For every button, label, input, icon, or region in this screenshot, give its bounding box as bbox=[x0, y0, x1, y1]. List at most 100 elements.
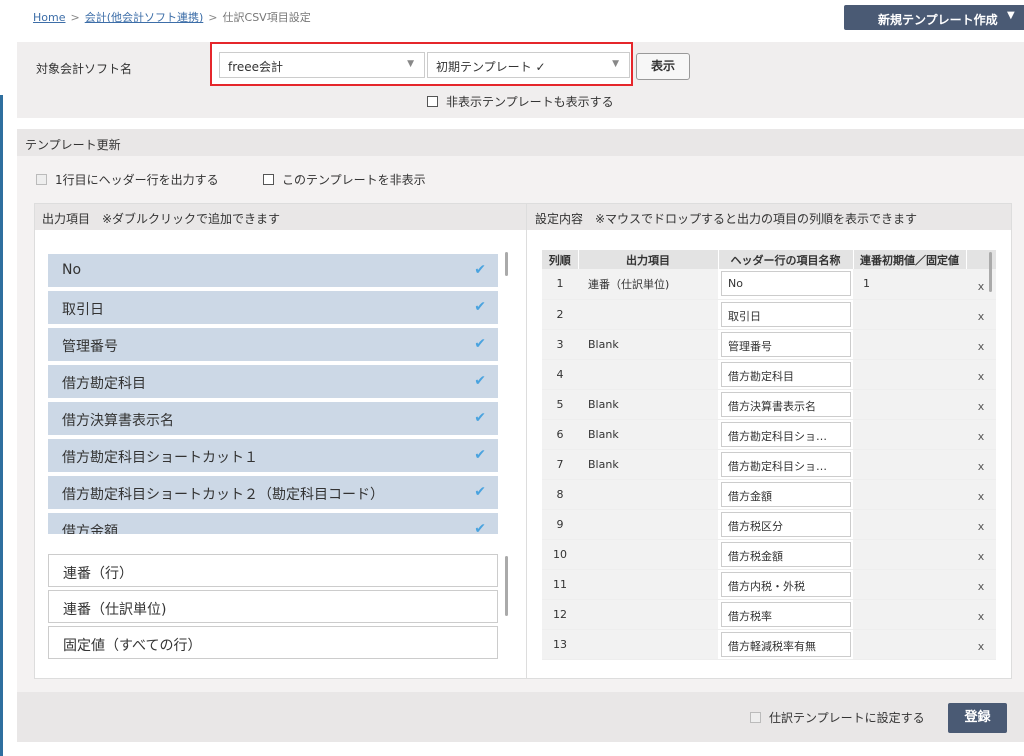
checkbox-icon[interactable] bbox=[36, 174, 47, 185]
scrollbar[interactable] bbox=[505, 556, 508, 616]
header-name-input[interactable]: 借方軽減税率有無 bbox=[721, 631, 851, 657]
output-item-cell bbox=[578, 569, 718, 600]
scrollbar[interactable] bbox=[505, 252, 508, 276]
header-row-checkbox[interactable]: 1行目にヘッダー行を出力する bbox=[36, 171, 219, 188]
header-name-input[interactable]: No bbox=[721, 271, 851, 297]
new-template-button[interactable]: 新規テンプレート作成 ▼ bbox=[844, 5, 1024, 30]
selected-item[interactable]: 借方勘定科目 ✔ bbox=[48, 365, 498, 398]
remove-row-button[interactable]: x bbox=[966, 539, 996, 570]
header-name-input[interactable]: 取引日 bbox=[721, 301, 851, 327]
checkbox-icon[interactable] bbox=[427, 96, 438, 107]
checkbox-icon[interactable] bbox=[263, 174, 274, 185]
header-name-input[interactable]: 借方勘定科目ショ… bbox=[721, 421, 851, 447]
footer-bar: 仕訳テンプレートに設定する 登録 bbox=[17, 692, 1024, 742]
selected-item[interactable]: No ✔ bbox=[48, 254, 498, 287]
initial-value-cell[interactable] bbox=[853, 539, 966, 570]
header-name-input[interactable]: 借方金額 bbox=[721, 481, 851, 507]
checkbox-icon[interactable] bbox=[750, 712, 761, 723]
output-item-cell bbox=[578, 629, 718, 660]
remove-row-button[interactable]: x bbox=[966, 569, 996, 600]
header-name-cell: 取引日 bbox=[718, 299, 853, 330]
remove-row-button[interactable]: x bbox=[966, 449, 996, 480]
table-row[interactable]: 6 Blank 借方勘定科目ショ… x bbox=[542, 419, 996, 450]
selected-item[interactable]: 借方金額 ✔ bbox=[48, 513, 498, 534]
row-number: 10 bbox=[542, 539, 578, 570]
header-name-input[interactable]: 借方税区分 bbox=[721, 511, 851, 537]
remove-row-button[interactable]: x bbox=[966, 479, 996, 510]
available-item[interactable]: 連番（行） bbox=[48, 554, 498, 587]
initial-value-cell[interactable] bbox=[853, 479, 966, 510]
remove-row-button[interactable]: x bbox=[966, 599, 996, 630]
row-number: 7 bbox=[542, 449, 578, 480]
row-number: 3 bbox=[542, 329, 578, 360]
table-row[interactable]: 11 借方内税・外税 x bbox=[542, 569, 996, 600]
table-row[interactable]: 1 連番（仕訳単位) No 1 x bbox=[542, 269, 996, 300]
initial-value-cell[interactable] bbox=[853, 629, 966, 660]
check-icon: ✔ bbox=[474, 336, 486, 352]
template-update-panel: 1行目にヘッダー行を出力する このテンプレートを非表示 出力項目 ※ダブルクリッ… bbox=[17, 156, 1024, 692]
breadcrumb-home-link[interactable]: Home bbox=[33, 11, 65, 24]
initial-value-cell[interactable] bbox=[853, 599, 966, 630]
table-row[interactable]: 10 借方税金額 x bbox=[542, 539, 996, 570]
breadcrumb-accounting-link[interactable]: 会計(他会計ソフト連携) bbox=[85, 11, 204, 24]
table-row[interactable]: 9 借方税区分 x bbox=[542, 509, 996, 540]
output-items-panel: 出力項目 ※ダブルクリックで追加できます No ✔ 取引日 ✔ 管理番号 ✔ 借方勘定科目 ✔… bbox=[34, 203, 531, 679]
table-row[interactable]: 7 Blank 借方勘定科目ショ… x bbox=[542, 449, 996, 480]
initial-value-cell[interactable] bbox=[853, 299, 966, 330]
output-item-cell bbox=[578, 299, 718, 330]
header-name-input[interactable]: 借方内税・外税 bbox=[721, 571, 851, 597]
remove-row-button[interactable]: x bbox=[966, 509, 996, 540]
selected-item[interactable]: 管理番号 ✔ bbox=[48, 328, 498, 361]
show-hidden-templates-checkbox[interactable]: 非表示テンプレートも表示する bbox=[427, 93, 614, 110]
software-select[interactable]: freee会計 ▼ bbox=[219, 52, 425, 78]
remove-row-button[interactable]: x bbox=[966, 419, 996, 450]
scrollbar[interactable] bbox=[989, 252, 992, 292]
row-number: 12 bbox=[542, 599, 578, 630]
table-row[interactable]: 8 借方金額 x bbox=[542, 479, 996, 510]
journal-template-checkbox[interactable]: 仕訳テンプレートに設定する bbox=[750, 709, 925, 726]
header-name-input[interactable]: 借方税率 bbox=[721, 601, 851, 627]
available-item[interactable]: 固定値（すべての行） bbox=[48, 626, 498, 659]
initial-value-cell[interactable] bbox=[853, 419, 966, 450]
initial-value-cell[interactable]: 1 bbox=[853, 269, 966, 300]
remove-row-button[interactable]: x bbox=[966, 359, 996, 390]
initial-value-cell[interactable] bbox=[853, 329, 966, 360]
remove-row-button[interactable]: x bbox=[966, 329, 996, 360]
check-icon: ✔ bbox=[474, 484, 486, 500]
available-item[interactable]: 連番（仕訳単位) bbox=[48, 590, 498, 623]
initial-value-cell[interactable] bbox=[853, 449, 966, 480]
selected-item[interactable]: 取引日 ✔ bbox=[48, 291, 498, 324]
template-select[interactable]: 初期テンプレート ✓ ▼ bbox=[427, 52, 630, 78]
header-name-input[interactable]: 借方税金額 bbox=[721, 541, 851, 567]
check-icon: ✔ bbox=[474, 521, 486, 534]
table-row[interactable]: 12 借方税率 x bbox=[542, 599, 996, 630]
remove-row-button[interactable]: x bbox=[966, 629, 996, 660]
table-row[interactable]: 3 Blank 管理番号 x bbox=[542, 329, 996, 360]
hide-template-checkbox[interactable]: このテンプレートを非表示 bbox=[263, 171, 426, 188]
output-items-title: 出力項目 ※ダブルクリックで追加できます bbox=[35, 204, 530, 230]
initial-value-cell[interactable] bbox=[853, 509, 966, 540]
chevron-down-icon[interactable]: ▼ bbox=[1007, 10, 1015, 21]
table-row[interactable]: 13 借方軽減税率有無 x bbox=[542, 629, 996, 660]
remove-row-button[interactable]: x bbox=[966, 389, 996, 420]
remove-row-button[interactable]: x bbox=[966, 299, 996, 330]
output-item-cell bbox=[578, 359, 718, 390]
header-name-input[interactable]: 借方勘定科目ショ… bbox=[721, 451, 851, 477]
header-name-input[interactable]: 借方勘定科目 bbox=[721, 361, 851, 387]
selected-item[interactable]: 借方勘定科目ショートカット１ ✔ bbox=[48, 439, 498, 472]
initial-value-cell[interactable] bbox=[853, 569, 966, 600]
selected-item[interactable]: 借方勘定科目ショートカット２（勘定科目コード） ✔ bbox=[48, 476, 498, 509]
initial-value-cell[interactable] bbox=[853, 389, 966, 420]
register-button[interactable]: 登録 bbox=[948, 703, 1007, 733]
selected-item[interactable]: 借方決算書表示名 ✔ bbox=[48, 402, 498, 435]
header-name-cell: 管理番号 bbox=[718, 329, 853, 360]
table-row[interactable]: 2 取引日 x bbox=[542, 299, 996, 330]
header-name-input[interactable]: 借方決算書表示名 bbox=[721, 391, 851, 417]
header-name-input[interactable]: 管理番号 bbox=[721, 331, 851, 357]
table-row[interactable]: 5 Blank 借方決算書表示名 x bbox=[542, 389, 996, 420]
show-button[interactable]: 表示 bbox=[636, 53, 690, 80]
table-row[interactable]: 4 借方勘定科目 x bbox=[542, 359, 996, 390]
column-header: ヘッダー行の項目名称 bbox=[718, 250, 854, 269]
initial-value-cell[interactable] bbox=[853, 359, 966, 390]
row-number: 5 bbox=[542, 389, 578, 420]
